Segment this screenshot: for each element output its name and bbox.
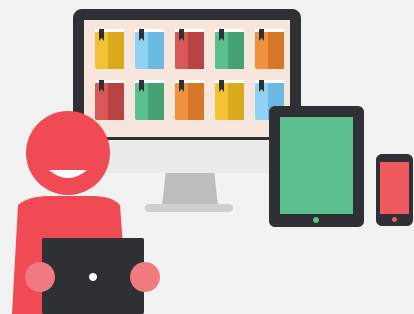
tablet — [269, 106, 364, 227]
book-icon — [135, 80, 164, 120]
book-icon — [215, 80, 244, 120]
book-shade — [188, 31, 204, 69]
person-head — [26, 111, 110, 195]
book-icon — [255, 29, 284, 69]
book-shade — [108, 82, 124, 120]
book-shade — [148, 31, 164, 69]
laptop-logo-dot — [89, 273, 97, 281]
book-shade — [188, 82, 204, 120]
monitor-stand-base — [145, 204, 233, 212]
smartphone — [376, 154, 413, 226]
book-shade — [228, 31, 244, 69]
devices-illustration — [0, 0, 414, 314]
book-icon — [135, 29, 164, 69]
person-right-hand — [130, 262, 160, 292]
phone-home-button — [392, 217, 397, 222]
book-icon — [215, 29, 244, 69]
monitor-stand-neck — [162, 170, 218, 206]
book-icon — [175, 80, 204, 120]
book-icon — [175, 29, 204, 69]
book-icon — [95, 80, 124, 120]
book-shade — [268, 31, 284, 69]
tablet-screen — [280, 117, 353, 214]
tablet-home-button — [313, 217, 319, 223]
phone-screen — [380, 162, 409, 214]
illustration-canvas — [0, 0, 414, 314]
book-shade — [228, 82, 244, 120]
book-shade — [148, 82, 164, 120]
person-left-hand — [25, 262, 55, 292]
laptop — [42, 238, 144, 314]
book-icon — [95, 29, 124, 69]
book-shade — [108, 31, 124, 69]
